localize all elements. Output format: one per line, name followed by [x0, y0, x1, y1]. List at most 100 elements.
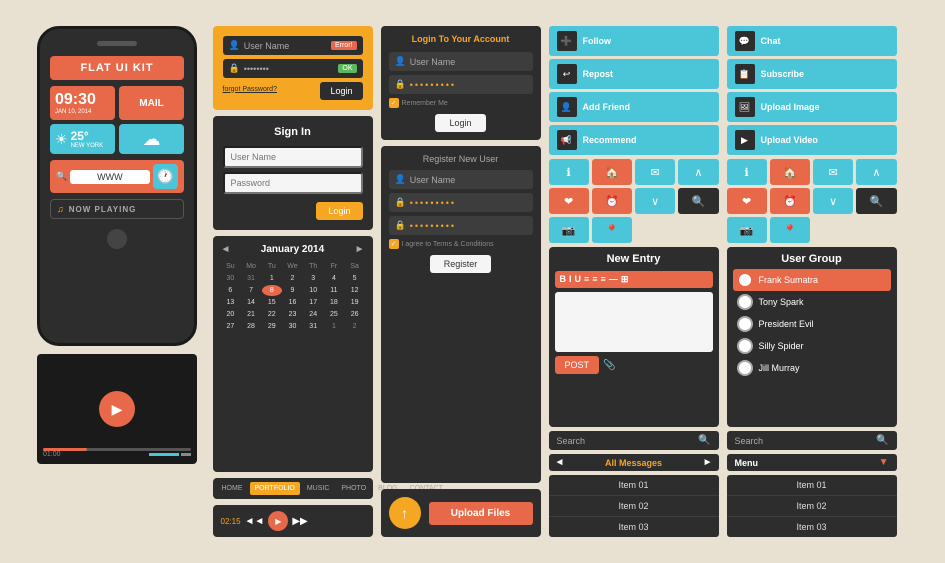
heart-icon-btn[interactable]: ❤ — [549, 188, 589, 214]
cal-day[interactable]: 1 — [262, 273, 282, 284]
cal-day[interactable]: 10 — [303, 285, 323, 296]
message-item-1[interactable]: Item 01 — [549, 475, 719, 496]
sign-in-username[interactable] — [223, 146, 363, 168]
message-item-2[interactable]: Item 02 — [549, 496, 719, 517]
cal-day[interactable]: 20 — [221, 309, 241, 320]
post-button[interactable]: POST — [555, 356, 600, 374]
upload-image-button[interactable]: 🖼 Upload Image — [727, 92, 897, 122]
register-password-field1[interactable]: 🔒 ••••••••• — [389, 193, 533, 212]
message-item-3[interactable]: Item 03 — [549, 517, 719, 537]
cal-day[interactable]: 30 — [283, 321, 303, 332]
nav-music[interactable]: MUSIC — [302, 482, 335, 495]
media-prev-button[interactable]: ◄◄ — [245, 516, 265, 527]
cal-day[interactable]: 23 — [283, 309, 303, 320]
icon-btn-r2[interactable]: 🏠 — [770, 159, 810, 185]
search-icon-left[interactable]: 🔍 — [698, 435, 710, 446]
register-button[interactable]: Register — [430, 255, 492, 273]
cal-day[interactable]: 27 — [221, 321, 241, 332]
register-password-field2[interactable]: 🔒 ••••••••• — [389, 216, 533, 235]
nav-home[interactable]: HOME — [217, 482, 248, 495]
cal-day[interactable]: 21 — [241, 309, 261, 320]
underline-btn[interactable]: U — [575, 274, 582, 285]
home-icon-btn[interactable]: 🏠 — [592, 159, 632, 185]
search-bar-left[interactable]: Search 🔍 — [549, 431, 719, 450]
terms-checkbox[interactable]: ✓ — [389, 239, 399, 249]
icon-btn-r9[interactable]: 📷 — [727, 217, 767, 243]
icon-btn-r10[interactable]: 📍 — [770, 217, 810, 243]
cal-day[interactable]: 22 — [262, 309, 282, 320]
subscribe-button[interactable]: 📋 Subscribe — [727, 59, 897, 89]
cal-day[interactable]: 12 — [345, 285, 365, 296]
align-left-btn[interactable]: ≡ — [584, 274, 589, 285]
cal-day[interactable]: 26 — [345, 309, 365, 320]
add-friend-button[interactable]: 👤 Add Friend — [549, 92, 719, 122]
menu-arrow-icon[interactable]: ▼ — [879, 457, 889, 468]
menu-item-3[interactable]: Item 03 — [727, 517, 897, 537]
calendar-prev[interactable]: ◄ — [221, 244, 231, 255]
editor-area[interactable] — [555, 292, 713, 352]
chevron-down-icon-btn[interactable]: ∨ — [635, 188, 675, 214]
cal-day[interactable]: 16 — [283, 297, 303, 308]
cal-day[interactable]: 30 — [221, 273, 241, 284]
messages-next[interactable]: ► — [703, 457, 713, 468]
icon-btn-r4[interactable]: ∧ — [856, 159, 896, 185]
icon-btn-r5[interactable]: ❤ — [727, 188, 767, 214]
icon-btn-r3[interactable]: ✉ — [813, 159, 853, 185]
menu-item-1[interactable]: Item 01 — [727, 475, 897, 496]
forgot-password-link[interactable]: forgot Password? — [223, 86, 277, 93]
calendar-next[interactable]: ► — [355, 244, 365, 255]
cal-day[interactable]: 3 — [303, 273, 323, 284]
user-item-silly[interactable]: Silly Spider — [733, 335, 891, 357]
cal-day[interactable]: 18 — [324, 297, 344, 308]
video-play-button[interactable]: ▶ — [99, 391, 135, 427]
cal-day[interactable]: 2 — [283, 273, 303, 284]
upload-video-button[interactable]: ▶ Upload Video — [727, 125, 897, 155]
follow-button[interactable]: ➕ Follow — [549, 26, 719, 56]
cal-day[interactable]: 6 — [221, 285, 241, 296]
info-icon-btn[interactable]: ℹ — [549, 159, 589, 185]
upload-files-button[interactable]: Upload Files — [429, 502, 533, 525]
repost-button[interactable]: ↩ Repost — [549, 59, 719, 89]
icon-btn-r8[interactable]: 🔍 — [856, 188, 896, 214]
account-password-field[interactable]: 🔒 ••••••••• — [389, 75, 533, 94]
cal-day[interactable]: 14 — [241, 297, 261, 308]
account-username-field[interactable]: 👤 User Name — [389, 52, 533, 71]
user-item-jill[interactable]: Jill Murray — [733, 357, 891, 379]
cal-day[interactable]: 2 — [345, 321, 365, 332]
mail-icon-btn[interactable]: ✉ — [635, 159, 675, 185]
icon-btn-r6[interactable]: ⏰ — [770, 188, 810, 214]
search-icon-btn[interactable]: 🔍 — [678, 188, 718, 214]
sign-in-password[interactable] — [223, 172, 363, 194]
chevron-up-icon-btn[interactable]: ∧ — [678, 159, 718, 185]
cal-day[interactable]: 31 — [241, 273, 261, 284]
cal-day-today[interactable]: 8 — [262, 285, 282, 296]
chat-button[interactable]: 💬 Chat — [727, 26, 897, 56]
nav-photo[interactable]: PHOTO — [336, 482, 371, 495]
search-bar-right[interactable]: Search 🔍 — [727, 431, 897, 450]
user-item-frank[interactable]: Frank Sumatra — [733, 269, 891, 291]
table-btn[interactable]: ⊞ — [621, 274, 629, 285]
cal-day[interactable]: 13 — [221, 297, 241, 308]
password-field[interactable]: 🔒 •••••••• OK — [223, 59, 363, 78]
recommend-button[interactable]: 📢 Recommend — [549, 125, 719, 155]
cal-day[interactable]: 25 — [324, 309, 344, 320]
remember-checkbox[interactable]: ✓ — [389, 98, 399, 108]
user-item-tony[interactable]: Tony Spark — [733, 291, 891, 313]
italic-btn[interactable]: I — [569, 274, 572, 285]
cal-day[interactable]: 17 — [303, 297, 323, 308]
cal-day[interactable]: 11 — [324, 285, 344, 296]
login-account-button[interactable]: Login — [435, 114, 485, 132]
username-field[interactable]: 👤 User Name Error! — [223, 36, 363, 55]
cal-day[interactable]: 1 — [324, 321, 344, 332]
phone-clock-btn[interactable]: 🕐 — [153, 164, 178, 189]
cal-day[interactable]: 31 — [303, 321, 323, 332]
sign-in-button[interactable]: Login — [316, 202, 362, 220]
messages-prev[interactable]: ◄ — [555, 457, 565, 468]
search-icon-right[interactable]: 🔍 — [876, 435, 888, 446]
register-username-field[interactable]: 👤 User Name — [389, 170, 533, 189]
camera-icon-btn[interactable]: 📷 — [549, 217, 589, 243]
phone-www[interactable]: WWW — [70, 170, 149, 184]
cal-day[interactable]: 7 — [241, 285, 261, 296]
nav-portfolio[interactable]: PORTFOLIO — [250, 482, 300, 495]
align-right-btn[interactable]: ≡ — [601, 274, 606, 285]
